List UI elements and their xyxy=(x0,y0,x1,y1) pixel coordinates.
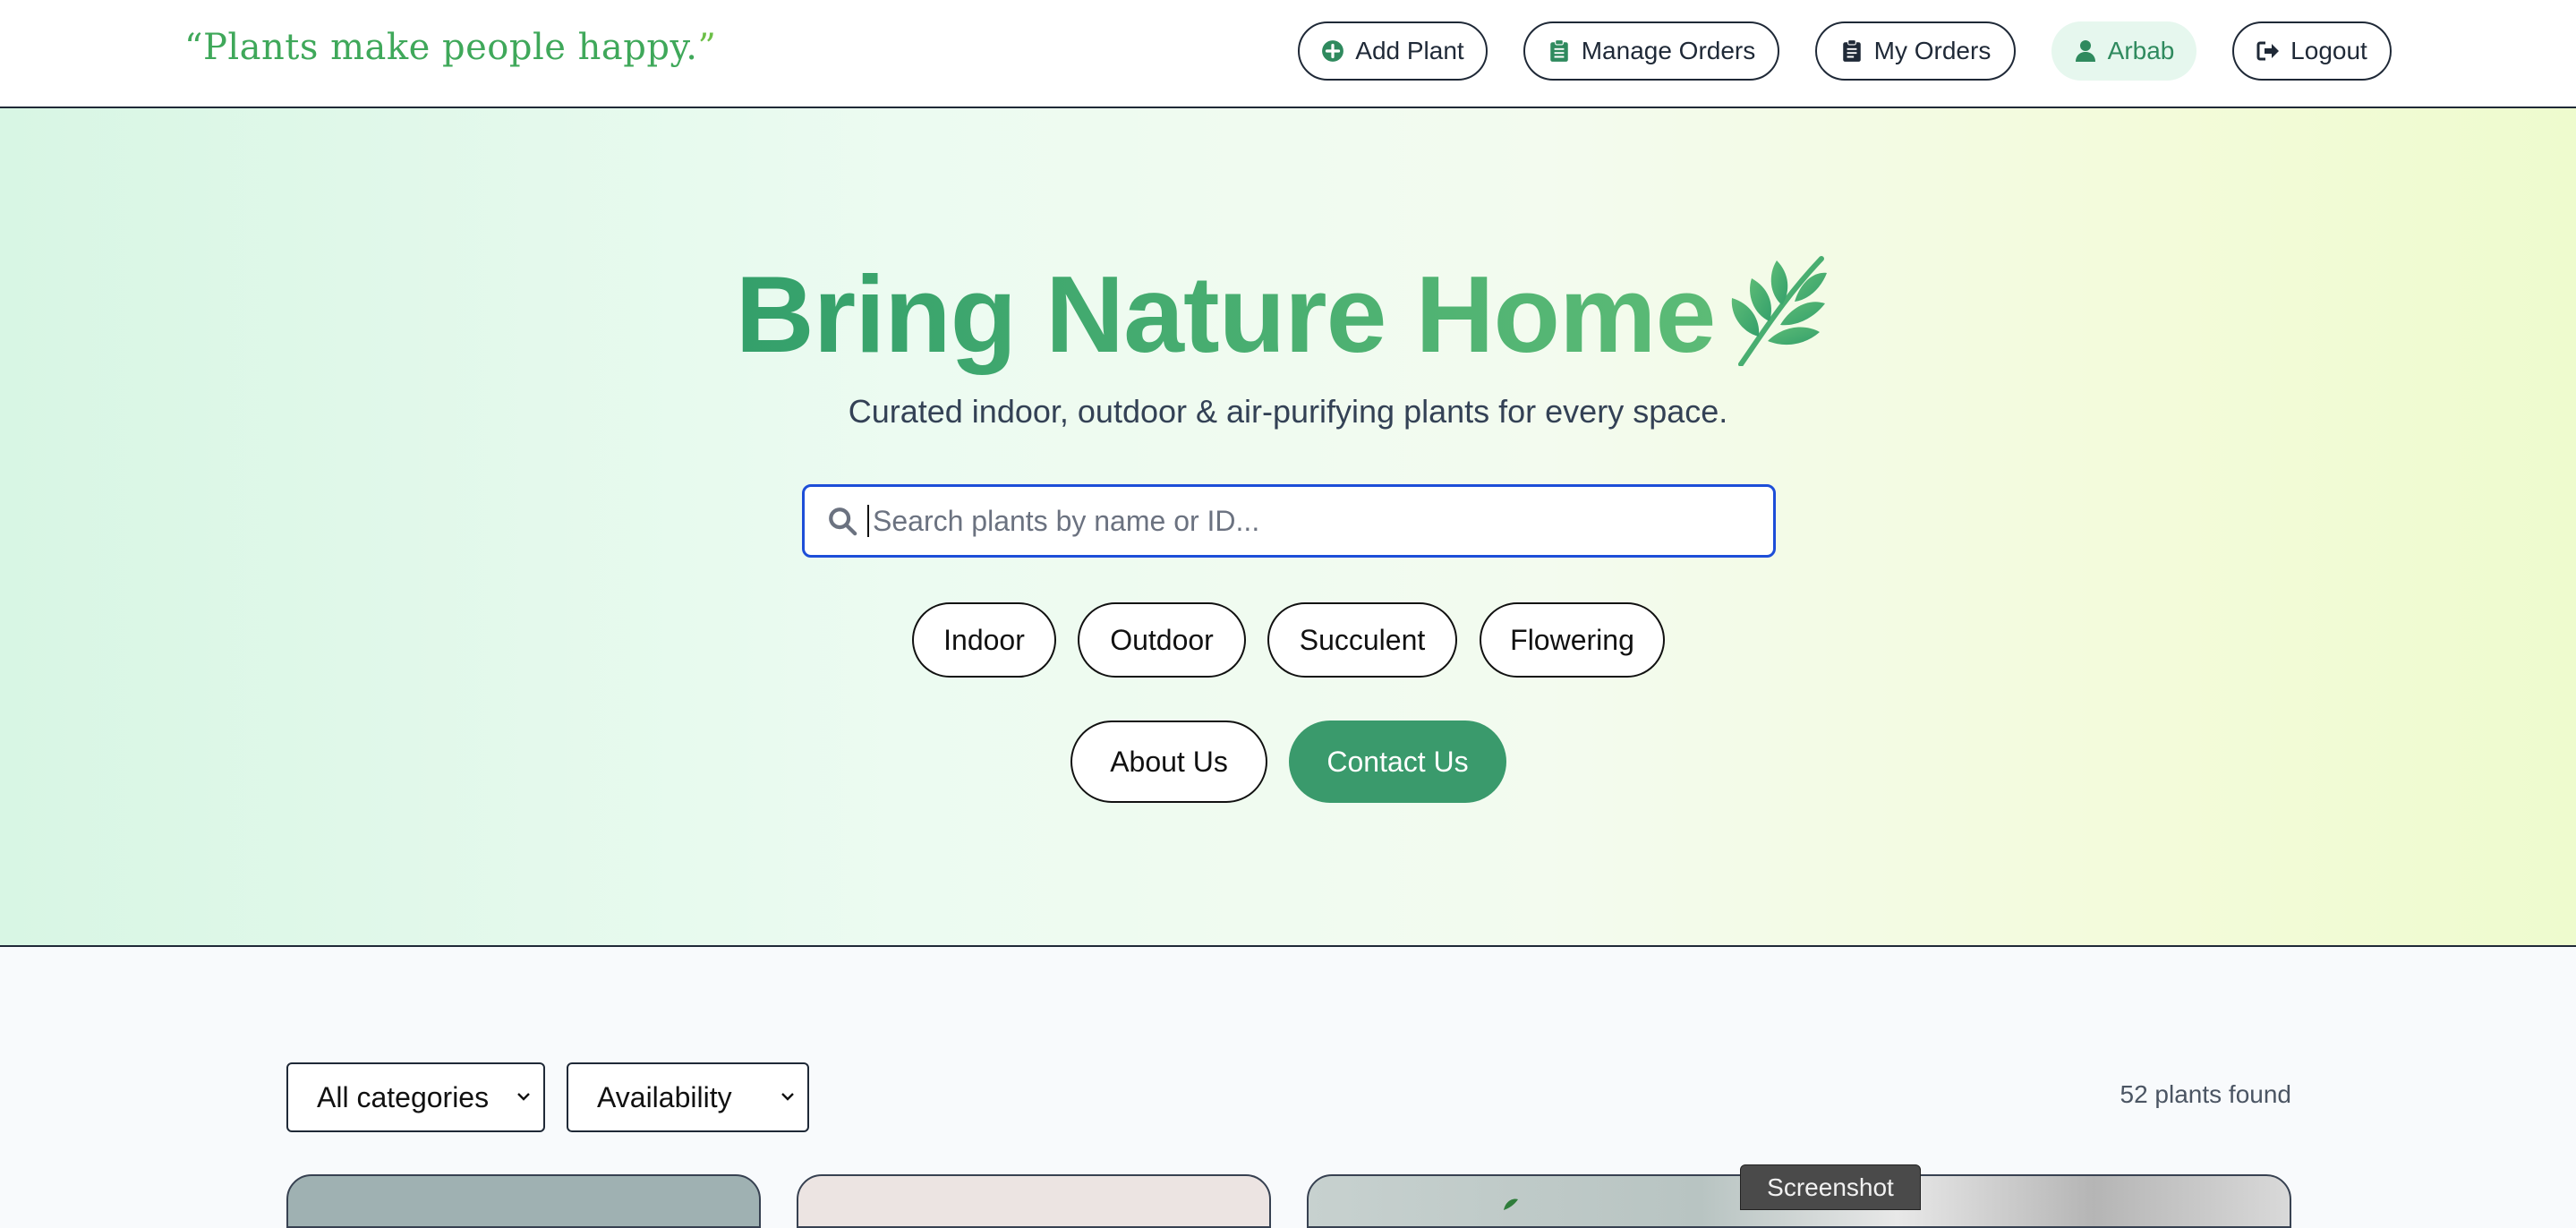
chevron-down-icon xyxy=(517,1093,530,1101)
my-orders-button[interactable]: My Orders xyxy=(1815,21,2016,81)
user-icon xyxy=(2074,39,2097,63)
text-cursor xyxy=(867,505,869,537)
plus-circle-icon xyxy=(1321,39,1344,63)
hero-title: Bring Nature Home xyxy=(735,253,1717,375)
category-select-value: All categories xyxy=(317,1080,490,1113)
chip-indoor[interactable]: Indoor xyxy=(912,602,1056,678)
user-profile-button[interactable]: Arbab xyxy=(2051,21,2196,81)
leaf-icon xyxy=(1731,256,1827,366)
search-icon xyxy=(824,503,860,539)
availability-select-value: Availability xyxy=(597,1080,732,1113)
screenshot-tooltip: Screenshot xyxy=(1740,1164,1921,1210)
clipboard-icon xyxy=(1840,39,1864,63)
user-name-label: Arbab xyxy=(2107,37,2175,64)
hero-subtitle: Curated indoor, outdoor & air-purifying … xyxy=(848,393,1728,430)
manage-orders-button[interactable]: Manage Orders xyxy=(1523,21,1779,81)
logout-button[interactable]: Logout xyxy=(2232,21,2392,81)
chip-outdoor[interactable]: Outdoor xyxy=(1078,602,1246,678)
availability-select[interactable]: Availability xyxy=(567,1062,809,1132)
chip-flowering[interactable]: Flowering xyxy=(1480,602,1665,678)
my-orders-label: My Orders xyxy=(1873,37,1992,64)
manage-orders-label: Manage Orders xyxy=(1581,37,1756,64)
category-select[interactable]: All categories xyxy=(286,1062,545,1132)
brand-quote-open: “ xyxy=(184,27,203,68)
about-us-button[interactable]: About Us xyxy=(1070,721,1267,803)
chip-succulent[interactable]: Succulent xyxy=(1267,602,1457,678)
clipboard-list-icon xyxy=(1548,39,1571,63)
brand-quote-close: ” xyxy=(697,27,717,68)
logout-label: Logout xyxy=(2290,37,2367,64)
chevron-down-icon xyxy=(781,1093,794,1101)
top-navbar: “Plants make people happy.” Add Plant Ma… xyxy=(0,0,2576,108)
plant-card[interactable] xyxy=(797,1174,1271,1228)
hero-section: Bring Nature Home Curated indoor, outdoo… xyxy=(0,108,2576,947)
brand-quote[interactable]: “Plants make people happy.” xyxy=(184,27,716,68)
add-plant-button[interactable]: Add Plant xyxy=(1298,21,1488,81)
plant-image-fragment xyxy=(1504,1198,1518,1210)
search-input[interactable] xyxy=(871,503,1734,539)
add-plant-label: Add Plant xyxy=(1355,37,1464,64)
contact-us-button[interactable]: Contact Us xyxy=(1289,721,1506,803)
brand-quote-text: Plants make people happy. xyxy=(202,27,698,68)
results-count: 52 plants found xyxy=(2120,1080,2292,1108)
search-box[interactable] xyxy=(802,484,1776,558)
logout-icon xyxy=(2256,39,2280,63)
plant-card[interactable] xyxy=(286,1174,761,1228)
